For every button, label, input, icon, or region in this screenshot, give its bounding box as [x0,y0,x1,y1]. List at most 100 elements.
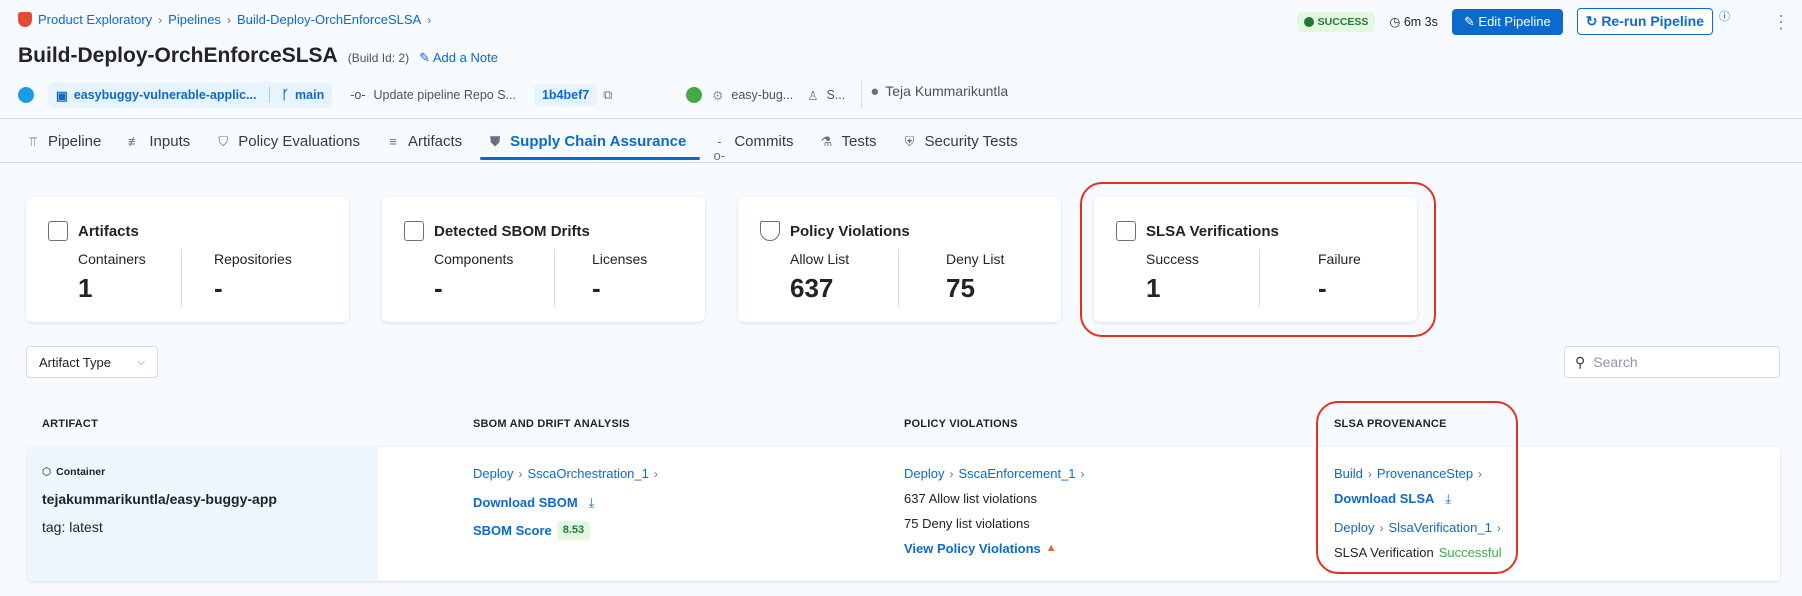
card-title: Artifacts [78,222,139,240]
harness-logo-icon [18,12,32,27]
tab-commits[interactable]: -o- Commits [710,127,805,162]
more-options-icon[interactable]: ⋮ [1772,13,1790,31]
repo-icon: ▣ [56,88,68,103]
user-icon: ● [870,82,880,100]
edit-pipeline-label: Edit Pipeline [1478,13,1551,29]
tab-supply-chain-assurance[interactable]: ⛊ Supply Chain Assurance [480,127,701,160]
copy-icon[interactable]: ⧉ [603,88,612,103]
clock-icon: ◷ [1389,15,1401,29]
repo-name: easybuggy-vulnerable-applic... [73,88,257,102]
commit-hash[interactable]: 1b4bef7 [533,84,598,106]
breadcrumb-project[interactable]: Product Exploratory [38,12,152,27]
pencil-icon: ✎ [419,50,430,65]
cd-icon [686,87,703,103]
sbom-drifts-card: Detected SBOM Drifts Components - License… [382,197,705,322]
stage-link[interactable]: Deploy [473,467,513,480]
artifacts-card: Artifacts Containers 1 Repositories - [26,197,349,322]
breadcrumb-pipeline[interactable]: Build-Deploy-OrchEnforceSLSA [237,12,421,27]
step-link[interactable]: SscaEnforcement_1 [958,467,1075,480]
shield-check-icon: ⛉ [218,133,229,149]
edit-pipeline-button[interactable]: ✎ Edit Pipeline [1451,8,1563,35]
sbom-cell: Deploy › SscaOrchestration_1 › Download SBO… [473,467,658,552]
tab-tests[interactable]: ⚗ Tests [818,127,889,159]
flask-icon: ⚗ [820,133,833,149]
page-title: Build-Deploy-OrchEnforceSLSA [18,44,338,67]
info-icon[interactable]: ⓘ [1719,8,1730,24]
environment-name[interactable]: S... [826,88,845,102]
step-link[interactable]: SscaOrchestration_1 [527,467,648,480]
pipeline-icon: ⫪ [29,133,37,149]
divider [268,87,270,103]
tab-artifacts[interactable]: ≡ Artifacts [384,127,474,159]
commit-message: Update pipeline Repo S... [373,88,516,102]
tab-label: Policy Evaluations [238,133,360,150]
download-icon[interactable]: ⤓ [589,496,595,509]
tab-inputs[interactable]: ≢ Inputs [125,127,202,159]
card-stat-label: Deny List [946,251,1005,267]
breadcrumb-pipelines[interactable]: Pipelines [168,12,221,27]
document-box-icon [404,221,424,241]
service-name[interactable]: easy-bug... [731,88,793,102]
card-stat-label: Components [434,251,514,267]
branch-icon: ᚴ [281,88,290,102]
card-stat-value: 637 [790,273,834,303]
add-note-link[interactable]: ✎ Add a Note [419,50,498,66]
policy-violations-card: Policy Violations Allow List 637 Deny Lis… [738,197,1061,322]
artifact-type-dropdown[interactable]: Artifact Type ⌵ [26,346,158,378]
check-circle-icon [1303,16,1314,27]
repo-branch-chip[interactable]: ▣ easybuggy-vulnerable-applic... ᚴ main [48,82,333,108]
tab-security-tests[interactable]: ⛨ Security Tests [901,127,1030,159]
tab-label: Artifacts [407,133,463,150]
supply-chain-icon: ⛊ [490,133,501,149]
tab-pipeline[interactable]: ⫪ Pipeline [24,127,113,159]
inputs-icon: ≢ [127,133,141,149]
sbom-score-link[interactable]: SBOM Score [473,524,552,537]
chevron-right-icon: › [427,12,432,27]
download-sbom-link[interactable]: Download SBOM [473,496,578,509]
tab-policy-evaluations[interactable]: ⛉ Policy Evaluations [214,127,372,159]
tab-divider [0,162,1802,163]
column-header-sbom: SBOM AND DRIFT ANALYSIS [473,418,630,430]
tab-label: Security Tests [924,133,1018,150]
tab-label: Supply Chain Assurance [510,133,687,150]
highlight-annotation [1080,182,1436,337]
dropdown-label: Artifact Type [39,354,112,370]
card-title: Policy Violations [790,222,910,240]
search-box: ⚲ [1564,346,1780,378]
branch-name: main [295,88,325,102]
deny-list-violations: 75 Deny list violations [904,516,1030,531]
sbom-score-badge: 8.53 [556,521,591,540]
rerun-pipeline-label: Re-run Pipeline [1601,13,1704,29]
add-note-label: Add a Note [432,50,498,65]
duration-text: 6m 3s [1403,15,1438,29]
card-title: Detected SBOM Drifts [434,222,590,240]
artifact-type: Container [56,466,106,478]
chevron-right-icon: › [949,466,954,481]
service-icon: ⚙ [712,88,724,103]
search-icon: ⚲ [1575,353,1586,370]
triggered-by-user: Teja Kummarikuntla [885,83,1009,99]
tab-bar: ⫪ Pipeline ≢ Inputs ⛉ Policy Evaluations ≡ A… [24,127,1042,162]
rerun-pipeline-button[interactable]: ↻ Re-run Pipeline [1576,8,1713,35]
tab-label: Tests [841,133,877,150]
status-text: SUCCESS [1317,15,1369,28]
tab-label: Commits [734,133,794,150]
header-actions: SUCCESS ◷ 6m 3s ✎ Edit Pipeline ↻ Re-run… [1296,8,1790,35]
artifact-tag: tag: latest [42,518,103,535]
divider [861,81,863,109]
artifact-name: tejakummarikuntla/easy-buggy-app [42,490,277,507]
search-input[interactable] [1593,354,1764,370]
duration: ◷ 6m 3s [1389,14,1437,29]
view-policy-violations-link[interactable]: View Policy Violations [904,542,1041,555]
pencil-icon: ✎ [1463,13,1475,29]
card-stat-value: 75 [946,273,975,303]
tab-label: Inputs [149,133,191,150]
stage-link[interactable]: Deploy [904,467,944,480]
header-divider [0,118,1802,119]
highlight-annotation [1316,401,1518,574]
divider [181,249,182,307]
artifacts-icon: ≡ [389,133,397,149]
chevron-right-icon: › [518,466,523,481]
refresh-icon: ↻ [1585,13,1598,29]
tab-label: Pipeline [48,133,102,150]
